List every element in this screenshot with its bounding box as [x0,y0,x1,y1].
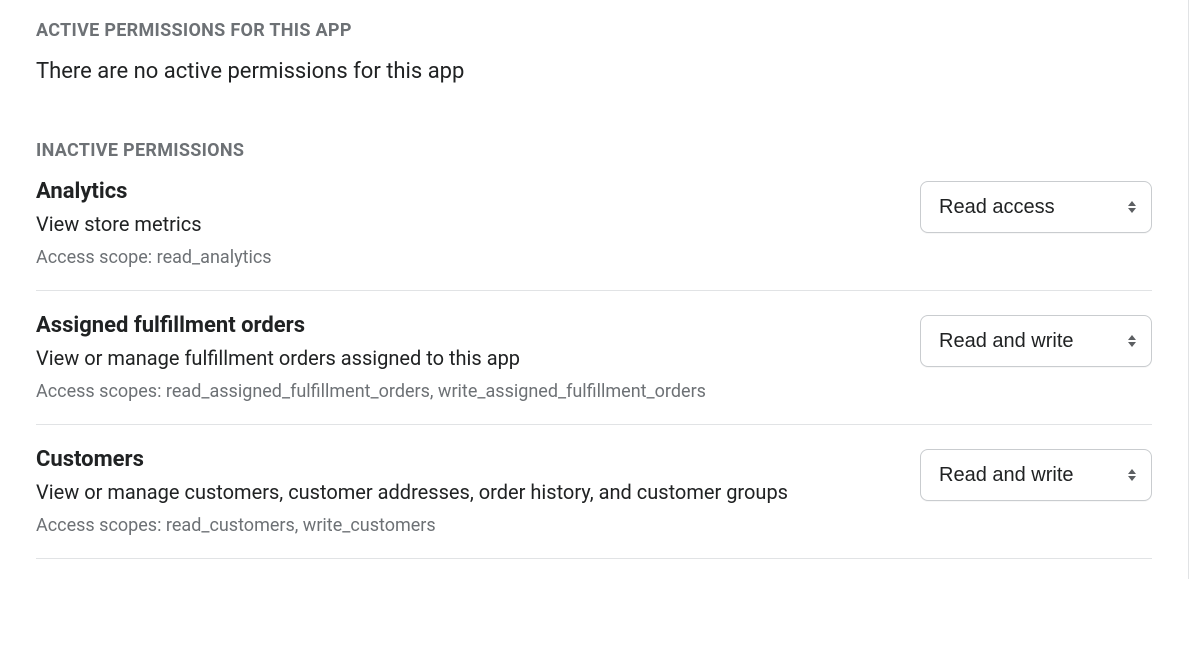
permission-select-wrap: No access Read access Read and write [920,315,1152,367]
permission-scope: Access scopes: read_customers, write_cus… [36,515,896,536]
permission-row-assigned-fulfillment: Assigned fulfillment orders View or mana… [36,291,1152,425]
permission-title: Customers [36,447,896,472]
no-active-permissions-text: There are no active permissions for this… [36,59,1152,84]
permission-access-select-assigned-fulfillment[interactable]: No access Read access Read and write [920,315,1152,367]
active-permissions-heading: ACTIVE PERMISSIONS FOR THIS APP [36,20,1152,41]
inactive-permissions-heading: INACTIVE PERMISSIONS [36,140,1152,161]
permission-scope: Access scopes: read_assigned_fulfillment… [36,381,896,402]
permission-row-analytics: Analytics View store metrics Access scop… [36,165,1152,291]
permission-select-wrap: No access Read access Read and write [920,449,1152,501]
permission-info: Assigned fulfillment orders View or mana… [36,313,920,402]
permission-description: View or manage customers, customer addre… [36,478,896,507]
permission-select-wrap: No access Read access Read and write [920,181,1152,233]
permission-info: Customers View or manage customers, cust… [36,447,920,536]
permission-access-select-analytics[interactable]: No access Read access Read and write [920,181,1152,233]
permission-description: View store metrics [36,210,896,239]
permission-info: Analytics View store metrics Access scop… [36,179,920,268]
permission-title: Assigned fulfillment orders [36,313,896,338]
permission-description: View or manage fulfillment orders assign… [36,344,896,373]
permission-scope: Access scope: read_analytics [36,247,896,268]
permission-row-customers: Customers View or manage customers, cust… [36,425,1152,559]
permission-title: Analytics [36,179,896,204]
permission-access-select-customers[interactable]: No access Read access Read and write [920,449,1152,501]
